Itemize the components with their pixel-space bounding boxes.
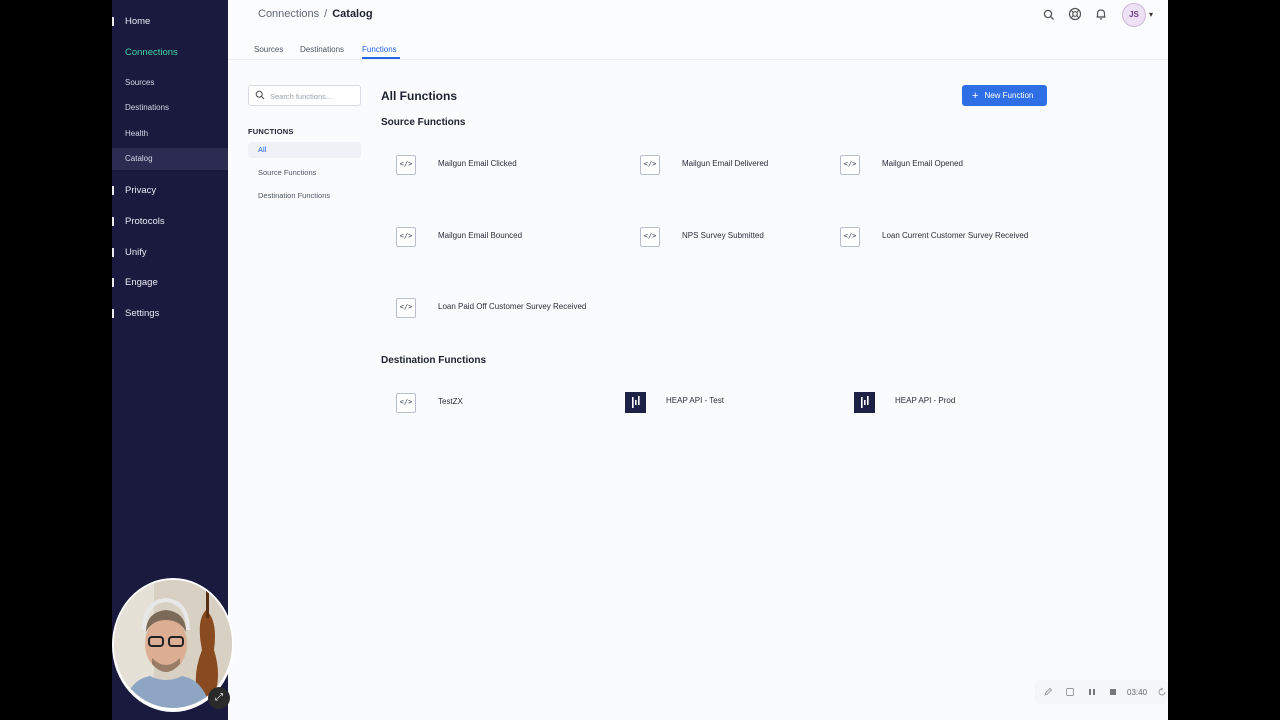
destination-functions-title: Destination Functions (381, 355, 486, 366)
note-icon[interactable] (1065, 687, 1075, 697)
function-name: TestZX (438, 397, 463, 406)
sidebar-item-destinations[interactable]: Destinations (112, 103, 228, 112)
help-icon[interactable] (1068, 7, 1082, 21)
function-name: Loan Paid Off Customer Survey Received (438, 302, 587, 311)
function-name: Mailgun Email Delivered (682, 159, 769, 168)
sidebar-item-connections[interactable]: Connections (112, 47, 228, 58)
breadcrumb-separator: / (324, 8, 328, 20)
new-function-label: New Function (984, 91, 1034, 100)
recording-timer: 03:40 (1127, 688, 1148, 697)
search-placeholder: Search functions... (270, 92, 333, 101)
sidebar-item-settings[interactable]: Settings (112, 308, 228, 319)
sidebar-item-sources[interactable]: Sources (112, 78, 228, 87)
function-card[interactable]: HEAP API - Prod (854, 392, 1014, 413)
search-icon (255, 90, 265, 100)
function-name: NPS Survey Submitted (682, 231, 764, 240)
sidebar-item-health[interactable]: Health (112, 129, 228, 138)
heap-logo-icon (625, 392, 646, 413)
pause-icon[interactable] (1087, 687, 1097, 697)
code-icon: </> (640, 227, 660, 247)
breadcrumb: Connections / Catalog (258, 8, 373, 20)
heap-logo-icon (854, 392, 875, 413)
breadcrumb-current: Catalog (332, 8, 373, 20)
new-function-button[interactable]: + New Function (962, 85, 1047, 106)
functions-heading: FUNCTIONS (248, 127, 294, 136)
plus-icon: + (972, 90, 979, 102)
tab-functions[interactable]: Functions (362, 45, 397, 54)
function-card[interactable]: </> Mailgun Email Opened (840, 155, 1040, 175)
function-card[interactable]: </> Loan Paid Off Customer Survey Receiv… (396, 298, 616, 318)
sidebar-item-privacy[interactable]: Privacy (112, 185, 228, 196)
function-card[interactable]: </> NPS Survey Submitted (640, 227, 820, 247)
function-name: Loan Current Customer Survey Received (882, 231, 1029, 240)
sidebar-item-home[interactable]: Home (112, 16, 228, 27)
code-icon: </> (396, 227, 416, 247)
function-name: Mailgun Email Opened (882, 159, 963, 168)
function-card[interactable]: </> Mailgun Email Clicked (396, 155, 596, 175)
function-card[interactable]: </> Mailgun Email Delivered (640, 155, 820, 175)
filter-all[interactable]: All (248, 142, 361, 158)
sidebar-item-protocols[interactable]: Protocols (112, 216, 228, 227)
function-card[interactable]: </> Mailgun Email Bounced (396, 227, 596, 247)
function-name: Mailgun Email Clicked (438, 159, 517, 168)
source-functions-title: Source Functions (381, 117, 466, 128)
code-icon: </> (396, 298, 416, 318)
sidebar-item-engage[interactable]: Engage (112, 277, 228, 288)
function-card[interactable]: HEAP API - Test (625, 392, 785, 413)
pen-icon[interactable] (1043, 687, 1053, 697)
function-name: Mailgun Email Bounced (438, 231, 523, 240)
tab-sources[interactable]: Sources (254, 45, 283, 54)
app-window: Home Connections Sources Destinations He… (112, 0, 1168, 720)
function-name: HEAP API - Prod (895, 396, 956, 405)
code-icon: </> (396, 393, 416, 413)
function-card[interactable]: </> Loan Current Customer Survey Receive… (840, 227, 1050, 247)
filter-destination-functions[interactable]: Destination Functions (248, 188, 361, 204)
expand-icon[interactable]: ⤢ (208, 687, 230, 709)
code-icon: </> (396, 155, 416, 175)
code-icon: </> (840, 155, 860, 175)
breadcrumb-parent[interactable]: Connections (258, 8, 319, 20)
stop-icon[interactable] (1108, 687, 1118, 697)
search-icon[interactable] (1042, 8, 1056, 22)
chevron-down-icon[interactable]: ▾ (1149, 10, 1153, 19)
top-header: Connections / Catalog Sources Destinations… (228, 0, 1168, 60)
user-avatar[interactable]: JS (1122, 3, 1146, 27)
code-icon: </> (640, 155, 660, 175)
tab-destinations[interactable]: Destinations (300, 45, 344, 54)
sidebar-item-catalog[interactable]: Catalog (112, 148, 228, 170)
active-tab-indicator (362, 57, 400, 59)
code-icon: </> (840, 227, 860, 247)
search-functions-input[interactable]: Search functions... (248, 85, 361, 106)
bell-icon[interactable] (1094, 7, 1108, 21)
page-title: All Functions (381, 89, 457, 103)
function-name: HEAP API - Test (666, 396, 724, 405)
function-card[interactable]: </> TestZX (396, 393, 556, 413)
restart-icon[interactable] (1157, 687, 1167, 697)
filter-source-functions[interactable]: Source Functions (248, 165, 361, 181)
recording-toolbar: 03:40 (1035, 680, 1168, 704)
sidebar-item-unify[interactable]: Unify (112, 247, 228, 258)
